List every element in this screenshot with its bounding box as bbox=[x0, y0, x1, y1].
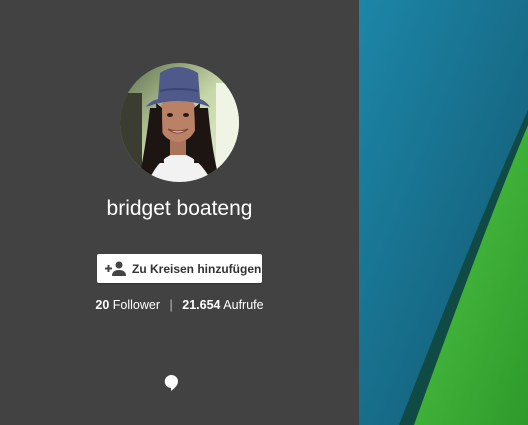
avatar[interactable] bbox=[120, 63, 239, 182]
followers-count: 20 bbox=[95, 298, 110, 312]
profile-name: bridget boateng bbox=[106, 197, 253, 220]
followers-label: Follower bbox=[112, 298, 161, 312]
stats-separator: | bbox=[169, 298, 173, 312]
cover-photo bbox=[359, 0, 528, 425]
profile-panel: bridget boateng Zu Kreisen hinzufügen 20… bbox=[0, 0, 359, 425]
add-to-circles-button[interactable]: Zu Kreisen hinzufügen bbox=[97, 254, 262, 283]
views-count: 21.654 bbox=[182, 298, 221, 312]
person-add-icon bbox=[105, 261, 126, 276]
profile-stats: 20 Follower | 21.654 Aufrufe bbox=[0, 298, 359, 312]
avatar-photo bbox=[120, 63, 239, 182]
add-to-circles-label: Zu Kreisen hinzufügen bbox=[132, 261, 262, 276]
profile-page: bridget boateng Zu Kreisen hinzufügen 20… bbox=[0, 0, 528, 425]
views-label: Aufrufe bbox=[223, 298, 264, 312]
hangouts-icon[interactable] bbox=[164, 374, 179, 392]
